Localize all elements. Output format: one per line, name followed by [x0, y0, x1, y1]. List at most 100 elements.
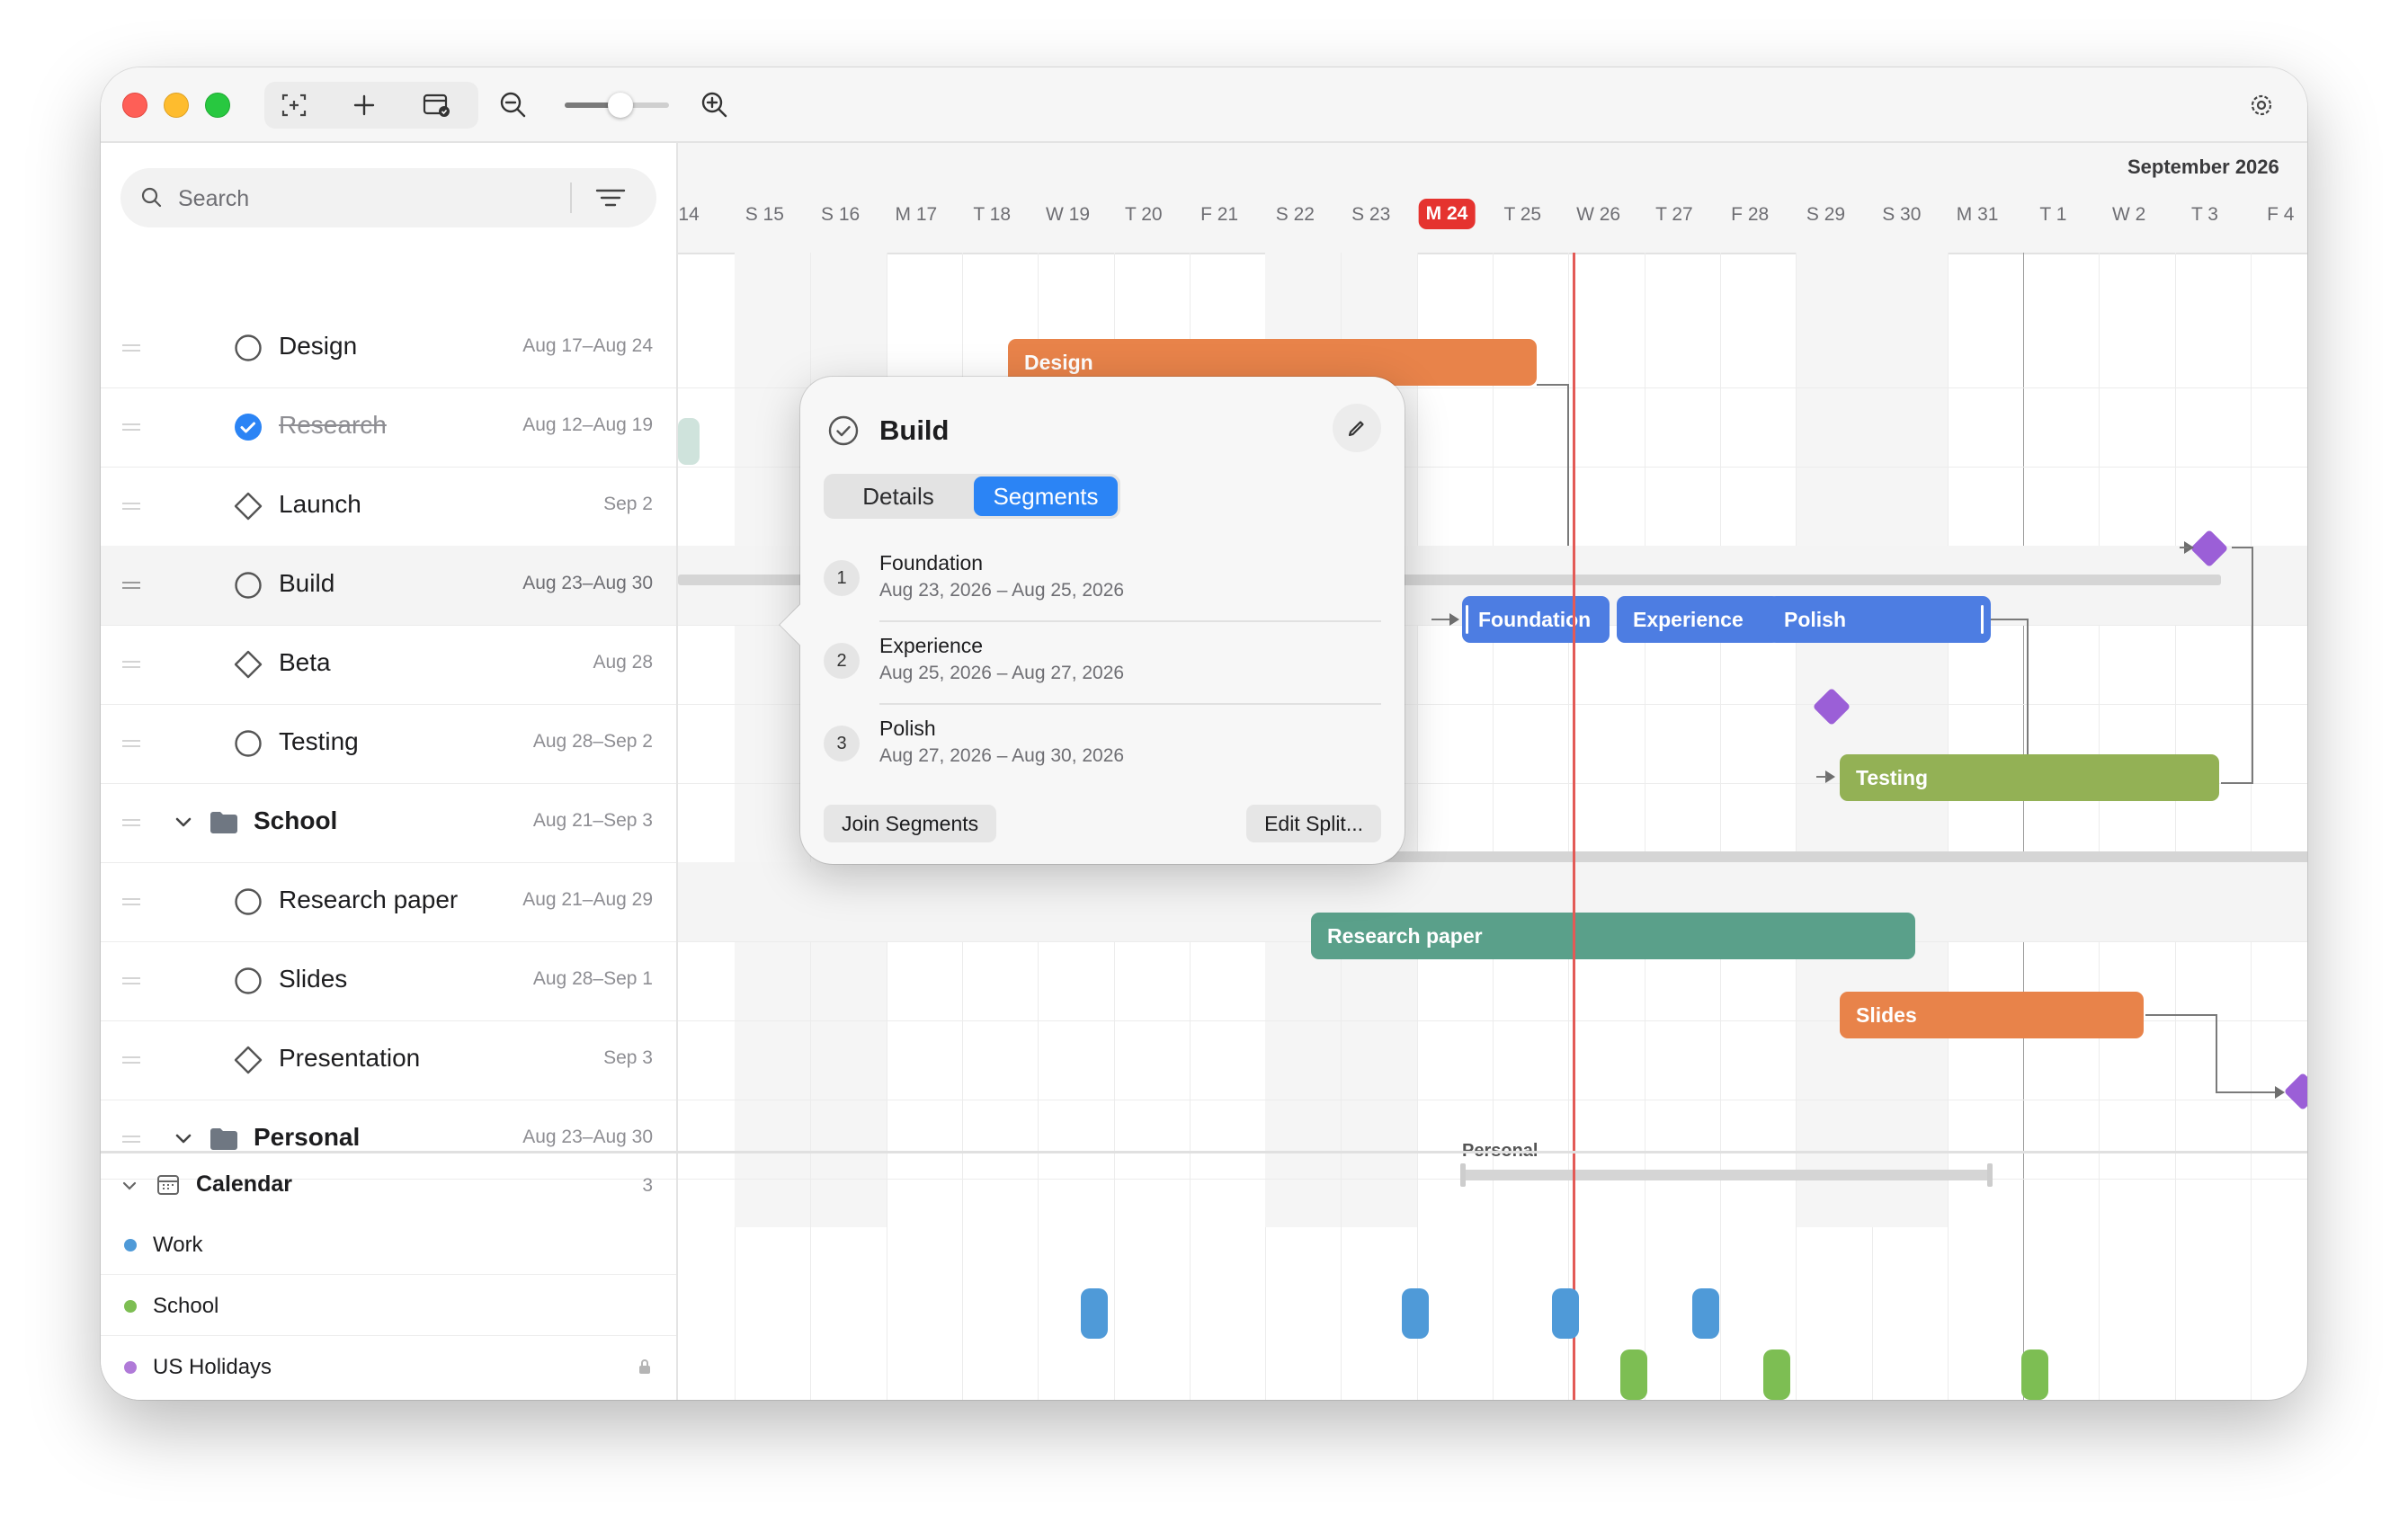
- dependency-line: [2216, 1014, 2217, 1093]
- segment-range: Aug 23, 2026 – Aug 25, 2026: [879, 580, 1125, 601]
- drag-handle[interactable]: [122, 661, 140, 669]
- task-row-slides[interactable]: Slides Aug 28–Sep 1: [101, 941, 676, 1021]
- work-event[interactable]: [1402, 1288, 1429, 1339]
- testing-bar[interactable]: Testing: [1840, 754, 2219, 801]
- drag-handle[interactable]: [122, 740, 140, 748]
- segment-bar-foundation[interactable]: Foundation: [1462, 596, 1610, 643]
- drag-handle[interactable]: [122, 898, 140, 906]
- calendar-options-button[interactable]: [408, 82, 464, 129]
- task-row-launch[interactable]: Launch Sep 2: [101, 467, 676, 547]
- segment-item-3[interactable]: 3 Polish Aug 27, 2026 – Aug 30, 2026: [824, 704, 1381, 787]
- task-date: Aug 23–Aug 30: [522, 573, 653, 593]
- calendar-label: School: [153, 1294, 219, 1318]
- diamond-icon[interactable]: [234, 650, 263, 679]
- circle-icon[interactable]: [234, 887, 263, 916]
- segment-bar-experience[interactable]: Experience: [1617, 596, 1780, 643]
- segment-number: 3: [824, 726, 860, 762]
- tab-details[interactable]: Details: [826, 477, 970, 516]
- day-label: S 15: [745, 204, 784, 225]
- group-row-school[interactable]: School Aug 21–Sep 3: [101, 783, 676, 863]
- filter-icon[interactable]: [595, 186, 626, 209]
- drag-handle[interactable]: [122, 423, 140, 432]
- checkmark-circle-icon[interactable]: [827, 414, 860, 447]
- task-row-design[interactable]: Design Aug 17–Aug 24: [101, 308, 676, 388]
- tab-segments[interactable]: Segments: [974, 477, 1118, 516]
- task-date: Aug 28–Sep 2: [532, 731, 653, 752]
- checkmark-circle-icon[interactable]: [234, 413, 263, 441]
- school-event[interactable]: [2021, 1349, 2048, 1400]
- zoom-window-button[interactable]: [205, 93, 230, 118]
- search-field[interactable]: Search: [120, 168, 656, 227]
- calendar-header[interactable]: Calendar 3: [101, 1157, 676, 1213]
- add-task-button[interactable]: [336, 82, 392, 129]
- task-row-beta[interactable]: Beta Aug 28: [101, 625, 676, 705]
- circle-icon[interactable]: [234, 966, 263, 995]
- work-event[interactable]: [1692, 1288, 1719, 1339]
- segment-bar-polish[interactable]: Polish: [1768, 596, 1991, 643]
- personal-summary-bar[interactable]: [1462, 1170, 1993, 1180]
- school-event[interactable]: [1763, 1349, 1790, 1400]
- day-label: S 23: [1351, 204, 1391, 225]
- task-row-presentation[interactable]: Presentation Sep 3: [101, 1020, 676, 1100]
- zoom-out-button[interactable]: [486, 82, 541, 129]
- drag-handle[interactable]: [122, 977, 140, 985]
- day-label: T 18: [973, 204, 1012, 225]
- drag-handle[interactable]: [122, 819, 140, 827]
- search-input[interactable]: Search: [178, 186, 249, 212]
- task-name: Research: [279, 411, 387, 439]
- calendar-item-us-holidays[interactable]: US Holidays: [101, 1337, 676, 1396]
- task-name: Beta: [279, 648, 331, 676]
- day-label: 14: [678, 204, 700, 225]
- settings-button[interactable]: [2234, 82, 2289, 129]
- drag-handle[interactable]: [122, 503, 140, 511]
- segment-range: Aug 27, 2026 – Aug 30, 2026: [879, 745, 1125, 766]
- task-row-testing[interactable]: Testing Aug 28–Sep 2: [101, 704, 676, 784]
- task-date: Aug 12–Aug 19: [522, 414, 653, 435]
- day-label: T 27: [1655, 204, 1693, 225]
- drag-handle[interactable]: [122, 1136, 140, 1144]
- task-row-research[interactable]: Research Aug 12–Aug 19: [101, 387, 676, 468]
- circle-icon[interactable]: [234, 729, 263, 758]
- task-name: Research paper: [279, 886, 459, 913]
- personal-summary-endcap: [1987, 1163, 1993, 1187]
- slides-bar[interactable]: Slides: [1840, 992, 2144, 1038]
- drag-handle[interactable]: [122, 1056, 140, 1064]
- segment-resize-handle-right[interactable]: [1981, 605, 1984, 634]
- circle-icon[interactable]: [234, 571, 263, 600]
- minimize-window-button[interactable]: [164, 93, 189, 118]
- research-bar[interactable]: [678, 418, 700, 465]
- dependency-line: [2027, 619, 2029, 755]
- chevron-down-icon[interactable]: [120, 1177, 138, 1195]
- school-event[interactable]: [1620, 1349, 1647, 1400]
- diamond-icon[interactable]: [234, 492, 263, 521]
- day-label: T 20: [1124, 204, 1163, 225]
- calendar-icon: [157, 1175, 179, 1195]
- segment-item-2[interactable]: 2 Experience Aug 25, 2026 – Aug 27, 2026: [824, 621, 1381, 705]
- chevron-down-icon[interactable]: [173, 812, 194, 833]
- research-paper-bar[interactable]: Research paper: [1311, 913, 1915, 959]
- segment-resize-handle-left[interactable]: [1466, 605, 1468, 634]
- school-summary-bar[interactable]: [1313, 851, 2307, 862]
- diamond-icon[interactable]: [234, 1046, 263, 1074]
- calendar-item-work[interactable]: Work: [101, 1215, 676, 1275]
- focus-selection-button[interactable]: [266, 82, 322, 129]
- zoom-in-button[interactable]: [687, 82, 743, 129]
- edit-button[interactable]: [1333, 404, 1381, 452]
- work-event[interactable]: [1081, 1288, 1108, 1339]
- edit-split-button[interactable]: Edit Split...: [1246, 805, 1381, 842]
- day-label: T 25: [1503, 204, 1542, 225]
- join-segments-button[interactable]: Join Segments: [824, 805, 997, 842]
- dependency-line: [1537, 384, 1569, 386]
- calendar-item-school[interactable]: School: [101, 1276, 676, 1336]
- popover-tab-control: Details Segments: [824, 474, 1120, 519]
- segment-item-1[interactable]: 1 Foundation Aug 23, 2026 – Aug 25, 2026: [824, 539, 1381, 622]
- drag-handle[interactable]: [122, 344, 140, 352]
- circle-icon[interactable]: [234, 334, 263, 362]
- task-row-research-paper[interactable]: Research paper Aug 21–Aug 29: [101, 862, 676, 942]
- zoom-slider-knob[interactable]: [608, 93, 633, 118]
- task-row-build[interactable]: Build Aug 23–Aug 30: [101, 546, 676, 626]
- work-event[interactable]: [1552, 1288, 1579, 1339]
- drag-handle[interactable]: [122, 582, 140, 590]
- close-window-button[interactable]: [122, 93, 147, 118]
- chevron-down-icon[interactable]: [173, 1128, 194, 1150]
